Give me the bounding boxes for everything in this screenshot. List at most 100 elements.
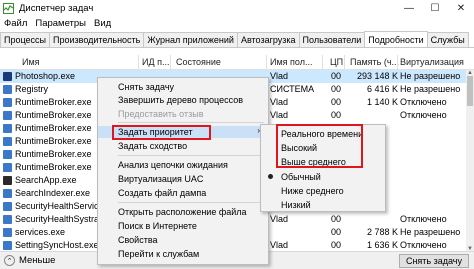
menu-view[interactable]: Вид xyxy=(90,18,115,29)
process-icon xyxy=(3,85,12,94)
close-button[interactable]: ✕ xyxy=(448,0,474,16)
process-name: Photoshop.exe xyxy=(15,71,76,81)
column-name[interactable]: Имя xyxy=(22,57,40,67)
menu-analyze-wait-chain[interactable]: Анализ цепочки ожидания xyxy=(98,159,268,171)
process-name: SearchApp.exe xyxy=(15,175,77,185)
menu-bar: Файл Параметры Вид xyxy=(0,16,474,31)
minimize-button[interactable]: — xyxy=(396,0,422,16)
menu-uac-virtualization[interactable]: Виртуализация UAC xyxy=(98,173,268,185)
menu-file[interactable]: Файл xyxy=(0,18,31,29)
tab-details[interactable]: Подробности xyxy=(364,31,428,47)
process-memory: 1 636 K xyxy=(366,240,398,250)
process-name: services.exe xyxy=(15,227,66,237)
process-virtualization: Отключено xyxy=(400,214,447,224)
menu-separator xyxy=(118,155,264,156)
process-icon xyxy=(3,228,12,237)
process-name: SettingSyncHost.exe xyxy=(15,240,99,250)
process-memory: 6 416 K xyxy=(366,84,398,94)
process-icon xyxy=(3,163,12,172)
selected-radio-dot-icon xyxy=(268,174,273,179)
process-user: Vlad xyxy=(270,71,289,81)
process-cpu: 00 xyxy=(330,84,341,94)
process-icon xyxy=(3,137,12,146)
process-name: RuntimeBroker.exe xyxy=(15,123,92,133)
priority-low[interactable]: Низкий xyxy=(261,198,385,211)
scroll-thumb[interactable] xyxy=(467,76,473,106)
process-cpu: 00 xyxy=(330,110,341,120)
process-name: RuntimeBroker.exe xyxy=(15,162,92,172)
process-virtualization: Не разрешено xyxy=(400,227,461,237)
column-cpu[interactable]: ЦП xyxy=(330,57,343,67)
menu-go-to-services[interactable]: Перейти к службам xyxy=(98,248,268,260)
column-status[interactable]: Состояние xyxy=(176,57,221,67)
menu-options[interactable]: Параметры xyxy=(31,18,90,29)
column-user[interactable]: Имя пол... xyxy=(270,57,312,67)
menu-set-affinity[interactable]: Задать сходство xyxy=(98,140,268,152)
process-icon xyxy=(3,241,12,250)
process-user: Vlad xyxy=(270,97,289,107)
process-icon xyxy=(3,215,12,224)
process-cpu: 00 xyxy=(330,214,341,224)
task-manager-icon xyxy=(3,2,14,14)
menu-separator xyxy=(118,122,264,123)
context-menu: Снять задачу Завершить дерево процессов … xyxy=(97,77,269,265)
process-cpu: 00 xyxy=(330,71,341,81)
process-cpu: 00 xyxy=(330,240,341,250)
fewer-details-button[interactable]: ⌃ Меньше xyxy=(4,255,55,266)
table-header: Имя ИД п... Состояние Имя пол... ЦП Памя… xyxy=(0,55,474,70)
priority-options-highlight-box xyxy=(276,124,363,168)
process-icon xyxy=(3,176,12,185)
end-task-button[interactable]: Снять задачу xyxy=(398,254,469,268)
column-virtualization[interactable]: Виртуализация xyxy=(400,57,464,67)
process-virtualization: Не разрешено xyxy=(400,84,461,94)
process-name: SearchIndexer.exe xyxy=(15,188,91,198)
title-bar: Диспетчер задач — ☐ ✕ xyxy=(0,0,474,16)
vertical-scrollbar[interactable]: ▲ ▼ xyxy=(466,70,474,252)
process-virtualization: Отключено xyxy=(400,110,447,120)
menu-open-file-location[interactable]: Открыть расположение файла xyxy=(98,206,268,218)
tab-processes[interactable]: Процессы xyxy=(0,32,51,47)
column-pid[interactable]: ИД п... xyxy=(142,57,169,67)
tab-services[interactable]: Службы xyxy=(426,32,469,47)
process-icon xyxy=(3,189,12,198)
process-name: RuntimeBroker.exe xyxy=(15,136,92,146)
tab-users[interactable]: Пользователи xyxy=(298,32,366,47)
maximize-button[interactable]: ☐ xyxy=(422,0,448,16)
process-user: СИСТЕМА xyxy=(270,84,315,94)
process-icon xyxy=(3,72,12,81)
process-user: Vlad xyxy=(270,110,289,120)
process-memory: 293 148 K xyxy=(356,71,398,81)
process-cpu: 00 xyxy=(330,97,341,107)
menu-properties[interactable]: Свойства xyxy=(98,234,268,246)
tab-performance[interactable]: Производительность xyxy=(49,32,145,47)
menu-create-dump-file[interactable]: Создать файл дампа xyxy=(98,187,268,199)
menu-separator xyxy=(118,202,264,203)
process-virtualization: Отключено xyxy=(400,240,447,250)
column-memory[interactable]: Память (ч... xyxy=(350,57,399,67)
process-name: RuntimeBroker.exe xyxy=(15,97,92,107)
process-user: Vlad xyxy=(270,214,289,224)
process-name: Registry xyxy=(15,84,49,94)
fewer-details-label: Меньше xyxy=(19,255,56,266)
menu-search-online[interactable]: Поиск в Интернете xyxy=(98,220,268,232)
tab-bar: Процессы Производительность Журнал прило… xyxy=(0,31,474,48)
process-user: Vlad xyxy=(270,240,289,250)
process-name: RuntimeBroker.exe xyxy=(15,110,92,120)
process-cpu: 00 xyxy=(330,227,341,237)
process-virtualization: Не разрешено xyxy=(400,71,461,81)
priority-highlight-box xyxy=(112,125,211,140)
priority-below-normal[interactable]: Ниже среднего xyxy=(261,184,385,197)
menu-end-task[interactable]: Снять задачу xyxy=(98,81,268,93)
process-memory: 1 140 K xyxy=(366,97,398,107)
priority-normal[interactable]: Обычный xyxy=(261,170,385,183)
window-title: Диспетчер задач xyxy=(19,2,94,14)
process-icon xyxy=(3,202,12,211)
process-memory: 2 788 K xyxy=(366,227,398,237)
menu-end-process-tree[interactable]: Завершить дерево процессов xyxy=(98,94,268,106)
process-icon xyxy=(3,150,12,159)
process-icon xyxy=(3,124,12,133)
tab-app-history[interactable]: Журнал приложений xyxy=(143,32,238,47)
tab-startup[interactable]: Автозагрузка xyxy=(236,32,300,47)
process-name: RuntimeBroker.exe xyxy=(15,149,92,159)
chevron-up-icon: ⌃ xyxy=(4,255,15,266)
